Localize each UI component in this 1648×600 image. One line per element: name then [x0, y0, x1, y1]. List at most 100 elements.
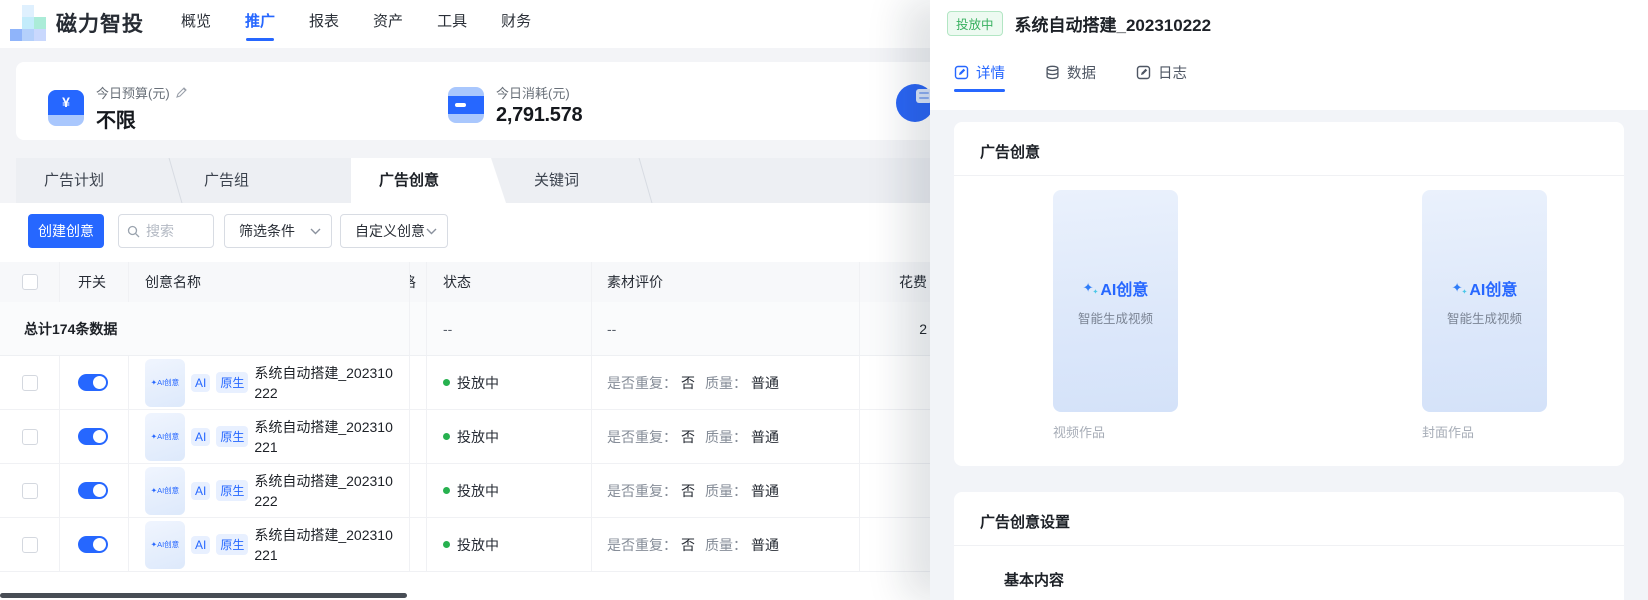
tab-keywords[interactable]: 关键词	[506, 158, 653, 203]
drawer-tabs: 详情 数据 日志	[954, 62, 1187, 97]
status-text: 投放中	[457, 374, 499, 391]
row-checkbox[interactable]	[21, 536, 38, 553]
status-text: 投放中	[457, 536, 499, 553]
budget-label: 今日预算(元)	[96, 86, 170, 101]
native-badge: 原生	[216, 534, 249, 555]
creative-card-title: 广告创意	[980, 144, 1041, 161]
create-creative-button[interactable]: 创建创意	[28, 214, 104, 248]
settings-card-title: 广告创意设置	[980, 514, 1071, 531]
status-badge: 投放中	[947, 11, 1003, 36]
nav-item-overview[interactable]: 概览	[181, 0, 211, 48]
creative-thumbnail[interactable]: ✦AI创意	[145, 466, 185, 515]
video-work-caption: 视频作品	[1053, 425, 1106, 440]
creative-switch-toggle[interactable]	[78, 374, 108, 391]
status-dot	[443, 433, 450, 440]
nav-item-finance[interactable]: 财务	[501, 0, 531, 48]
creative-table: 开关 创意名称 格 状态 素材评价 花费 总计174条数据 -- -- 2 ✦A…	[0, 262, 960, 572]
drawer-tab-data[interactable]: 数据	[1045, 62, 1096, 97]
col-header-name: 创意名称	[129, 262, 410, 302]
nav-item-promotion[interactable]: 推广	[245, 0, 275, 48]
ai-creative-logo: ✦ ✦ AI创意	[1451, 279, 1518, 299]
creative-name[interactable]: 系统自动搭建_202310 221	[254, 525, 393, 565]
nav-item-tools[interactable]: 工具	[437, 0, 467, 48]
table-summary-row: 总计174条数据 -- -- 2	[0, 302, 960, 356]
creative-name[interactable]: 系统自动搭建_202310 222	[254, 471, 393, 511]
tab-ad-plan[interactable]: 广告计划	[16, 158, 183, 203]
detail-edit-icon	[954, 65, 969, 80]
creative-name[interactable]: 系统自动搭建_202310 221	[254, 417, 393, 457]
basic-content-section-title: 基本内容	[1004, 572, 1065, 589]
cover-work-preview[interactable]: ✦ ✦ AI创意 智能生成视频	[1422, 190, 1547, 412]
summary-material: --	[592, 302, 860, 355]
search-box[interactable]	[118, 214, 214, 248]
table-row: ✦AI创意 AI 原生 系统自动搭建_202310 222 投放中 是否重复：否 …	[0, 356, 960, 410]
budget-icon: ¥	[48, 90, 84, 126]
app-logo[interactable]: 磁力智投	[10, 5, 144, 41]
col-header-cost: 花费	[899, 274, 927, 290]
budget-stat: ¥ 今日预算(元) 不限	[48, 83, 188, 133]
native-badge: 原生	[216, 480, 249, 501]
main-nav: 概览 推广 报表 资产 工具 财务	[181, 0, 531, 48]
creative-thumbnail[interactable]: ✦AI创意	[145, 412, 185, 461]
cost-value: 2,791.578	[496, 104, 583, 126]
table-header-row: 开关 创意名称 格 状态 素材评价 花费	[0, 262, 960, 302]
summary-cost: 2	[919, 320, 927, 337]
nav-item-reports[interactable]: 报表	[309, 0, 339, 48]
sparkle-small-icon: ✦	[1461, 288, 1468, 296]
cost-icon	[448, 87, 484, 123]
cost-stat: 今日消耗(元) 2,791.578	[448, 83, 583, 127]
row-checkbox[interactable]	[21, 428, 38, 445]
row-checkbox[interactable]	[21, 374, 38, 391]
table-row: ✦AI创意 AI 原生 系统自动搭建_202310 221 投放中 是否重复：否 …	[0, 410, 960, 464]
col-header-status: 状态	[427, 262, 592, 302]
creative-switch-toggle[interactable]	[78, 428, 108, 445]
creative-switch-toggle[interactable]	[78, 536, 108, 553]
cover-work-caption: 封面作品	[1422, 425, 1475, 440]
native-badge: 原生	[216, 426, 249, 447]
tab-ad-creative[interactable]: 广告创意	[351, 158, 506, 203]
drawer-tab-log[interactable]: 日志	[1136, 62, 1187, 97]
row-checkbox[interactable]	[21, 482, 38, 499]
creative-detail-drawer: 投放中 系统自动搭建_202310222 详情 数据 日志 广告创意 ✦ ✦ A…	[930, 0, 1648, 600]
database-icon	[1046, 65, 1059, 80]
custom-creative-select[interactable]: 自定义创意	[340, 214, 448, 248]
video-work-preview[interactable]: ✦ ✦ AI创意 智能生成视频	[1053, 190, 1178, 412]
ai-badge: AI	[191, 373, 211, 392]
sparkle-small-icon: ✦	[1092, 288, 1099, 296]
nav-item-assets[interactable]: 资产	[373, 0, 403, 48]
creative-thumbnail[interactable]: ✦AI创意	[145, 358, 185, 407]
drawer-header: 投放中 系统自动搭建_202310222 详情 数据 日志	[930, 0, 1648, 110]
cost-label: 今日消耗(元)	[496, 86, 570, 101]
native-badge: 原生	[216, 372, 249, 393]
col-header-clipped: 格	[410, 262, 427, 302]
creative-switch-toggle[interactable]	[78, 482, 108, 499]
edit-budget-icon[interactable]	[175, 86, 188, 99]
ai-badge: AI	[191, 535, 211, 554]
select-all-checkbox[interactable]	[21, 274, 38, 290]
balance-icon	[896, 84, 934, 122]
filter-select[interactable]: 筛选条件	[224, 214, 332, 248]
ai-badge: AI	[191, 481, 211, 500]
status-dot	[443, 541, 450, 548]
brand-logo-icon	[10, 5, 46, 41]
status-dot	[443, 379, 450, 386]
creative-thumbnail[interactable]: ✦AI创意	[145, 520, 185, 569]
drawer-body: 广告创意 ✦ ✦ AI创意 智能生成视频 视频作品 ✦ ✦ AI创意 智能生成视…	[930, 110, 1648, 600]
tab-ad-group[interactable]: 广告组	[176, 158, 351, 203]
ai-badge: AI	[191, 427, 211, 446]
status-dot	[443, 487, 450, 494]
ai-creative-logo: ✦ ✦ AI创意	[1082, 279, 1149, 299]
status-text: 投放中	[457, 428, 499, 445]
search-icon	[127, 225, 140, 237]
budget-value: 不限	[96, 110, 136, 132]
chevron-down-icon	[426, 228, 437, 234]
summary-status: --	[427, 302, 592, 355]
creative-name[interactable]: 系统自动搭建_202310 222	[254, 363, 393, 403]
drawer-title: 系统自动搭建_202310222	[1014, 16, 1212, 35]
brand-name: 磁力智投	[56, 13, 144, 36]
horizontal-scrollbar[interactable]	[0, 593, 407, 598]
chevron-down-icon	[310, 228, 321, 234]
drawer-tab-detail[interactable]: 详情	[954, 62, 1005, 97]
search-input[interactable]	[146, 223, 202, 239]
total-count: 总计174条数据	[0, 302, 410, 355]
